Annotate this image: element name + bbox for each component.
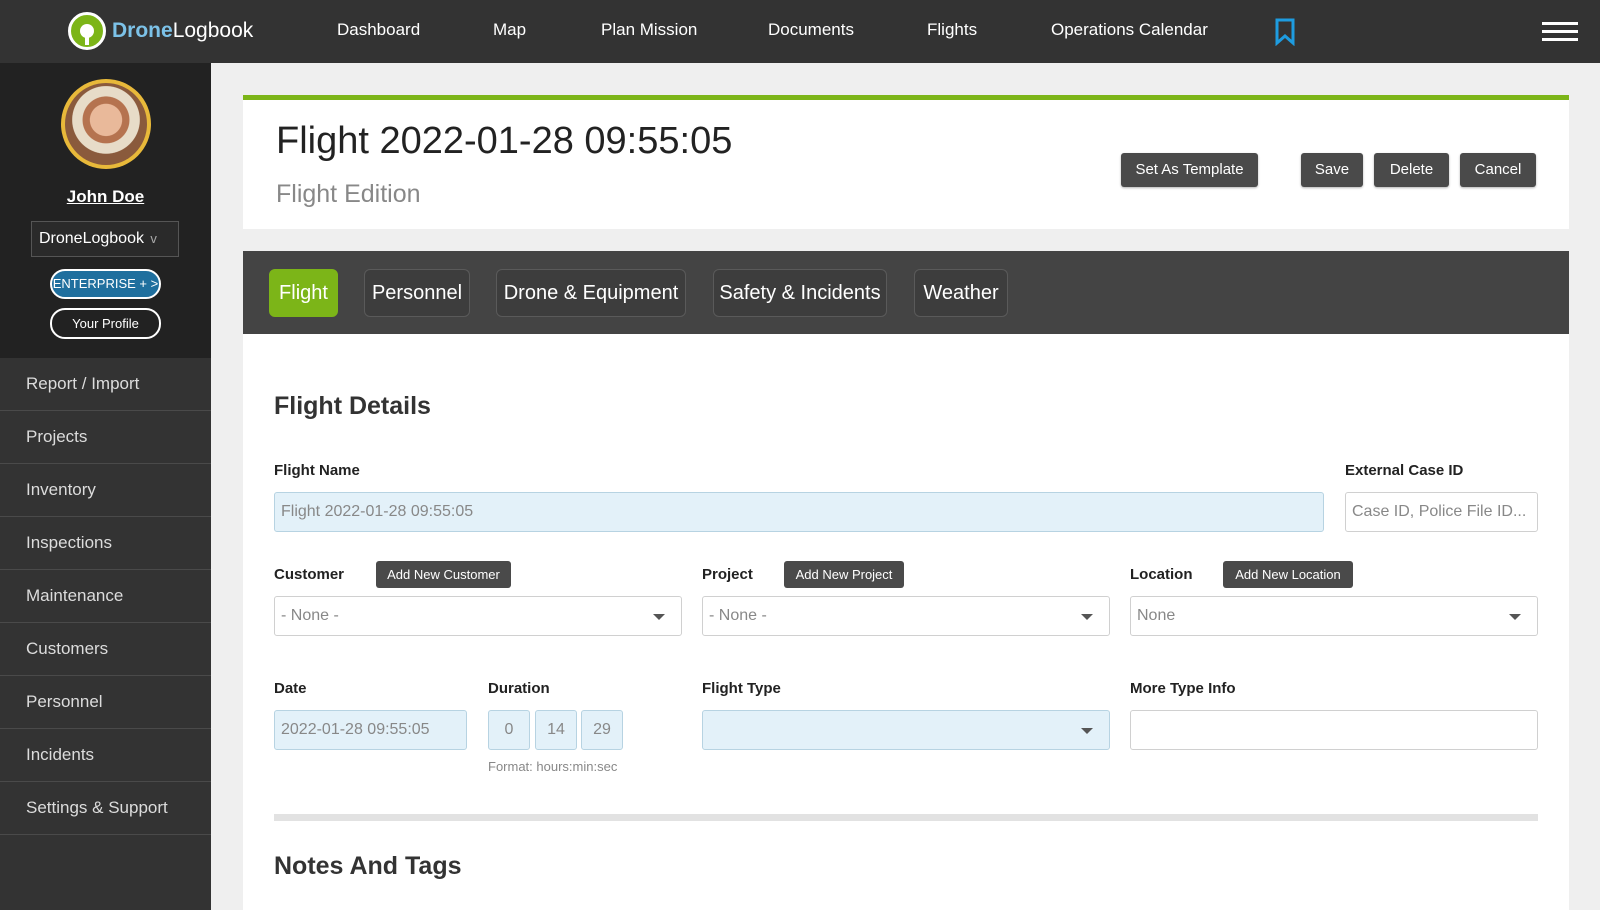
chevron-down-icon: v (150, 231, 157, 246)
external-case-input[interactable]: Case ID, Police File ID... (1345, 492, 1538, 532)
organization-select[interactable]: DroneLogbook v (31, 221, 179, 257)
brand-name: DroneLogbook (112, 19, 254, 42)
duration-hours-input[interactable]: 0 (488, 710, 530, 750)
sidebar-item-maintenance[interactable]: Maintenance (0, 570, 211, 623)
sidebar-item-customers[interactable]: Customers (0, 623, 211, 676)
flight-type-select[interactable] (702, 710, 1110, 750)
customer-select[interactable]: - None - (274, 596, 682, 636)
add-new-customer-button[interactable]: Add New Customer (376, 561, 511, 588)
page-header-card: Flight 2022-01-28 09:55:05 Flight Editio… (243, 95, 1569, 229)
set-as-template-button[interactable]: Set As Template (1121, 153, 1258, 187)
sidebar-item-incidents[interactable]: Incidents (0, 729, 211, 782)
section-title-notes-tags: Notes And Tags (274, 852, 462, 880)
add-new-project-button[interactable]: Add New Project (784, 561, 904, 588)
cancel-button[interactable]: Cancel (1460, 153, 1536, 187)
avatar[interactable] (61, 79, 151, 169)
customer-label: Customer (274, 566, 345, 583)
sidebar-item-projects[interactable]: Projects (0, 411, 211, 464)
nav-operations-calendar[interactable]: Operations Calendar (1051, 20, 1208, 40)
location-label: Location (1130, 566, 1193, 583)
duration-label: Duration (488, 680, 550, 697)
bookmark-icon[interactable] (1274, 18, 1296, 46)
location-select[interactable]: None (1130, 596, 1538, 636)
sidebar-item-settings-support[interactable]: Settings & Support (0, 782, 211, 835)
tab-safety-incidents[interactable]: Safety & Incidents (713, 269, 887, 317)
project-select[interactable]: - None - (702, 596, 1110, 636)
your-profile-button[interactable]: Your Profile (50, 308, 161, 339)
sidebar-item-inspections[interactable]: Inspections (0, 517, 211, 570)
drone-logo-icon (68, 12, 106, 50)
nav-plan-mission[interactable]: Plan Mission (601, 20, 697, 40)
tab-drone-equipment[interactable]: Drone & Equipment (496, 269, 686, 317)
sidebar-item-personnel[interactable]: Personnel (0, 676, 211, 729)
dropdown-arrow-icon (1509, 614, 1521, 620)
tab-flight[interactable]: Flight (269, 269, 338, 317)
sidebar: John Doe DroneLogbook v ENTERPRISE + > Y… (0, 63, 211, 910)
more-type-info-input[interactable] (1130, 710, 1538, 750)
dropdown-arrow-icon (1081, 614, 1093, 620)
section-title-flight-details: Flight Details (274, 392, 431, 420)
duration-minutes-input[interactable]: 14 (535, 710, 577, 750)
duration-seconds-input[interactable]: 29 (581, 710, 623, 750)
external-case-label: External Case ID (1345, 462, 1464, 479)
sidebar-item-report-import[interactable]: Report / Import (0, 358, 211, 411)
dropdown-arrow-icon (653, 614, 665, 620)
flight-name-input[interactable]: Flight 2022-01-28 09:55:05 (274, 492, 1324, 532)
top-navbar: DroneLogbook Dashboard Map Plan Mission … (0, 0, 1600, 63)
date-input[interactable]: 2022-01-28 09:55:05 (274, 710, 467, 750)
tabs-bar: Flight Personnel Drone & Equipment Safet… (243, 251, 1569, 334)
save-button[interactable]: Save (1301, 153, 1363, 187)
enterprise-plan-button[interactable]: ENTERPRISE + > (50, 269, 161, 299)
page-title: Flight 2022-01-28 09:55:05 (276, 120, 733, 162)
more-type-info-label: More Type Info (1130, 680, 1236, 697)
delete-button[interactable]: Delete (1374, 153, 1449, 187)
nav-dashboard[interactable]: Dashboard (337, 20, 420, 40)
nav-documents[interactable]: Documents (768, 20, 854, 40)
dropdown-arrow-icon (1081, 728, 1093, 734)
add-new-location-button[interactable]: Add New Location (1223, 561, 1353, 588)
brand-logo[interactable]: DroneLogbook (68, 12, 253, 50)
section-divider (274, 814, 1538, 821)
project-label: Project (702, 566, 753, 583)
tab-personnel[interactable]: Personnel (364, 269, 470, 317)
nav-flights[interactable]: Flights (927, 20, 977, 40)
page-subtitle: Flight Edition (276, 180, 421, 208)
tab-weather[interactable]: Weather (914, 269, 1008, 317)
nav-map[interactable]: Map (493, 20, 526, 40)
flight-form: Flight Details Flight Name Flight 2022-0… (243, 334, 1569, 910)
user-name[interactable]: John Doe (0, 187, 211, 207)
date-label: Date (274, 680, 307, 697)
menu-icon[interactable] (1542, 22, 1578, 42)
flight-name-label: Flight Name (274, 462, 360, 479)
sidebar-item-inventory[interactable]: Inventory (0, 464, 211, 517)
flight-type-label: Flight Type (702, 680, 781, 697)
profile-panel: John Doe DroneLogbook v ENTERPRISE + > Y… (0, 63, 211, 358)
duration-format-hint: Format: hours:min:sec (488, 759, 618, 774)
